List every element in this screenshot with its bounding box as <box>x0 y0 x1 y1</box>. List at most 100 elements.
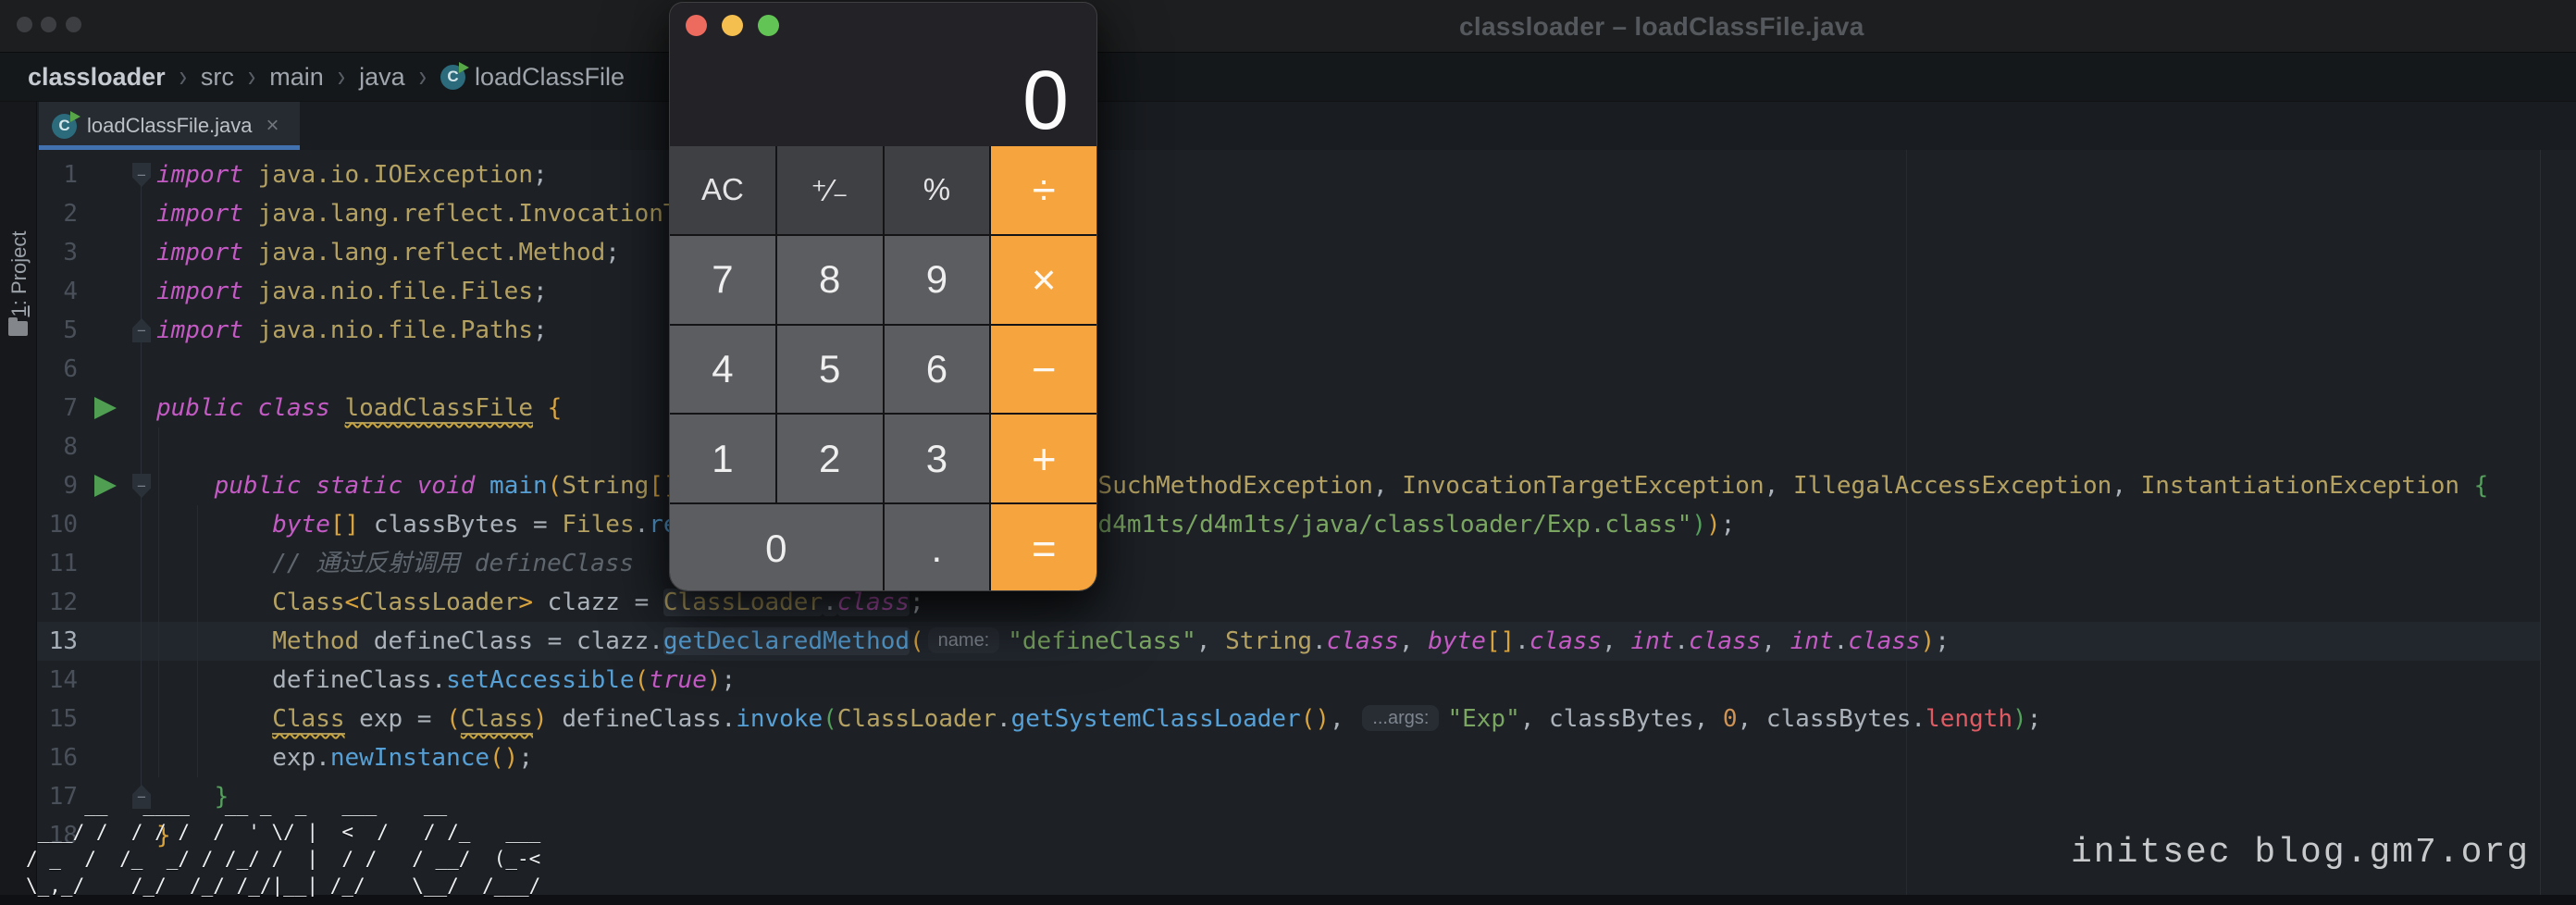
code-text: import java.nio.file.Paths; <box>156 311 548 350</box>
code-line-8[interactable]: 8 <box>37 428 2572 466</box>
code-text: public class loadClassFile { <box>156 389 562 428</box>
line-number: 1 <box>37 155 78 194</box>
code-line-6[interactable]: 6 <box>37 350 2572 389</box>
line-number: 8 <box>37 428 78 466</box>
code-text: import java.lang.reflect.Method; <box>156 233 620 272</box>
line-number: 6 <box>37 350 78 389</box>
code-line-1[interactable]: 1 −import java.io.IOException; <box>37 155 2572 194</box>
java-class-icon: C <box>440 65 465 90</box>
window-title: classloader – loadClassFile.java <box>1459 12 1864 42</box>
calc-key-9[interactable]: 9 <box>885 236 990 324</box>
run-icon[interactable] <box>94 397 117 419</box>
tab-loadclassfile[interactable]: C loadClassFile.java × <box>39 102 300 150</box>
java-class-icon: C <box>52 114 77 139</box>
calc-key-ac[interactable]: AC <box>670 146 775 234</box>
line-number: 2 <box>37 194 78 233</box>
line-number: 5 <box>37 311 78 350</box>
editor-tabbar: C loadClassFile.java × <box>37 102 2576 150</box>
run-icon[interactable] <box>94 475 117 497</box>
code-line-14[interactable]: 14 defineClass.setAccessible(true); <box>37 661 2572 700</box>
project-toolwindow-button[interactable]: 1: Project <box>7 231 31 317</box>
calc-key-0[interactable]: 0 <box>670 504 883 591</box>
line-number: 10 <box>37 505 78 544</box>
calc-key-percent[interactable]: % <box>885 146 990 234</box>
calc-display: 0 <box>670 3 1096 146</box>
calc-display-value: 0 <box>1022 59 1069 143</box>
window-minimize-button[interactable] <box>41 17 56 32</box>
breadcrumb-item-loadClassFile[interactable]: CloadClassFile <box>440 63 625 92</box>
code-line-10[interactable]: 10 byte[] classBytes = Files.readAllByte… <box>37 505 2572 544</box>
line-number: 15 <box>37 700 78 738</box>
fold-marker-icon[interactable]: − <box>132 163 151 187</box>
calc-key-equals[interactable]: = <box>991 504 1096 591</box>
code-text: public static void main(String[] args) t… <box>156 466 2488 505</box>
ide-titlebar: classloader – loadClassFile.java <box>0 0 2576 53</box>
code-line-2[interactable]: 2import java.lang.reflect.InvocationTarg… <box>37 194 2572 233</box>
calc-key-7[interactable]: 7 <box>670 236 775 324</box>
line-number: 9 <box>37 466 78 505</box>
tab-close-icon[interactable]: × <box>266 115 279 137</box>
project-tool-strip: 1: Project <box>0 102 37 905</box>
code-line-5[interactable]: 5 −import java.nio.file.Paths; <box>37 311 2572 350</box>
line-number: 13 <box>37 622 78 661</box>
breadcrumb-separator: › <box>248 58 255 94</box>
calc-key-3[interactable]: 3 <box>885 415 990 502</box>
breadcrumb-separator: › <box>338 58 345 94</box>
code-line-13[interactable]: 13 Method defineClass = clazz.getDeclare… <box>37 622 2572 661</box>
breadcrumb-item-main[interactable]: main <box>269 63 324 92</box>
breadcrumb-separator: › <box>180 58 187 94</box>
calc-key-plus-minus[interactable]: ⁺⁄₋ <box>777 146 883 234</box>
window-zoom-button[interactable] <box>66 17 81 32</box>
code-text: Class exp = (Class) defineClass.invoke(C… <box>156 700 2041 738</box>
code-text: import java.io.IOException; <box>156 155 548 194</box>
tab-label: loadClassFile.java <box>87 114 253 138</box>
calc-key-multiply[interactable]: × <box>991 236 1096 324</box>
calc-key-1[interactable]: 1 <box>670 415 775 502</box>
calc-key-decimal[interactable]: . <box>885 504 990 591</box>
fold-marker-icon[interactable]: − <box>132 318 151 342</box>
line-number: 4 <box>37 272 78 311</box>
inlay-hint: ...args: <box>1362 705 1439 731</box>
calc-key-divide[interactable]: ÷ <box>991 146 1096 234</box>
code-line-4[interactable]: 4 import java.nio.file.Files; <box>37 272 2572 311</box>
breadcrumb-item-classloader[interactable]: classloader <box>28 63 166 92</box>
code-text: import java.nio.file.Files; <box>156 272 548 311</box>
window-close-button[interactable] <box>17 17 32 32</box>
code-text: defineClass.setAccessible(true); <box>156 661 736 700</box>
code-text: // 通过反射调用 defineClass <box>156 544 634 583</box>
code-line-9[interactable]: 9 − public static void main(String[] args… <box>37 466 2572 505</box>
line-number: 16 <box>37 738 78 777</box>
calc-key-5[interactable]: 5 <box>777 326 883 414</box>
code-line-3[interactable]: 3 import java.lang.reflect.Method; <box>37 233 2572 272</box>
code-text: exp.newInstance(); <box>156 738 533 777</box>
calc-key-4[interactable]: 4 <box>670 326 775 414</box>
calc-key-add[interactable]: + <box>991 415 1096 502</box>
calc-key-subtract[interactable]: − <box>991 326 1096 414</box>
inlay-hint: name: <box>928 627 1000 653</box>
ascii-art-watermark: __ ____ __ _ _ ___ __ ___/ / / / / / ' \… <box>26 792 540 899</box>
line-number: 11 <box>37 544 78 583</box>
line-number: 7 <box>37 389 78 428</box>
code-line-12[interactable]: 12 Class<ClassLoader> clazz = ClassLoade… <box>37 583 2572 622</box>
breadcrumb-separator: › <box>419 58 427 94</box>
calc-key-2[interactable]: 2 <box>777 415 883 502</box>
line-number: 14 <box>37 661 78 700</box>
folder-icon[interactable] <box>8 321 28 336</box>
active-tab-indicator <box>39 145 300 150</box>
line-number: 3 <box>37 233 78 272</box>
line-number: 12 <box>37 583 78 622</box>
credit-watermark: initsec blog.gm7.org <box>2071 833 2530 873</box>
calculator-window: 0 AC⁺⁄₋%÷ 789× 456− 123+0.= <box>669 2 1097 591</box>
code-line-15[interactable]: 15 Class exp = (Class) defineClass.invok… <box>37 700 2572 738</box>
calc-keypad: AC⁺⁄₋%÷ 789× 456− 123+0.= <box>670 146 1096 591</box>
code-line-16[interactable]: 16 exp.newInstance(); <box>37 738 2572 777</box>
code-line-7[interactable]: 7 public class loadClassFile { <box>37 389 2572 428</box>
breadcrumb: classloader › src › main › java › CloadClassFile <box>0 53 2576 102</box>
breadcrumb-item-java[interactable]: java <box>359 63 405 92</box>
calc-key-8[interactable]: 8 <box>777 236 883 324</box>
code-text: Method defineClass = clazz.getDeclaredMe… <box>156 622 1950 661</box>
calc-key-6[interactable]: 6 <box>885 326 990 414</box>
code-line-11[interactable]: 11 // 通过反射调用 defineClass <box>37 544 2572 583</box>
breadcrumb-item-src[interactable]: src <box>201 63 234 92</box>
fold-marker-icon[interactable]: − <box>132 474 151 498</box>
